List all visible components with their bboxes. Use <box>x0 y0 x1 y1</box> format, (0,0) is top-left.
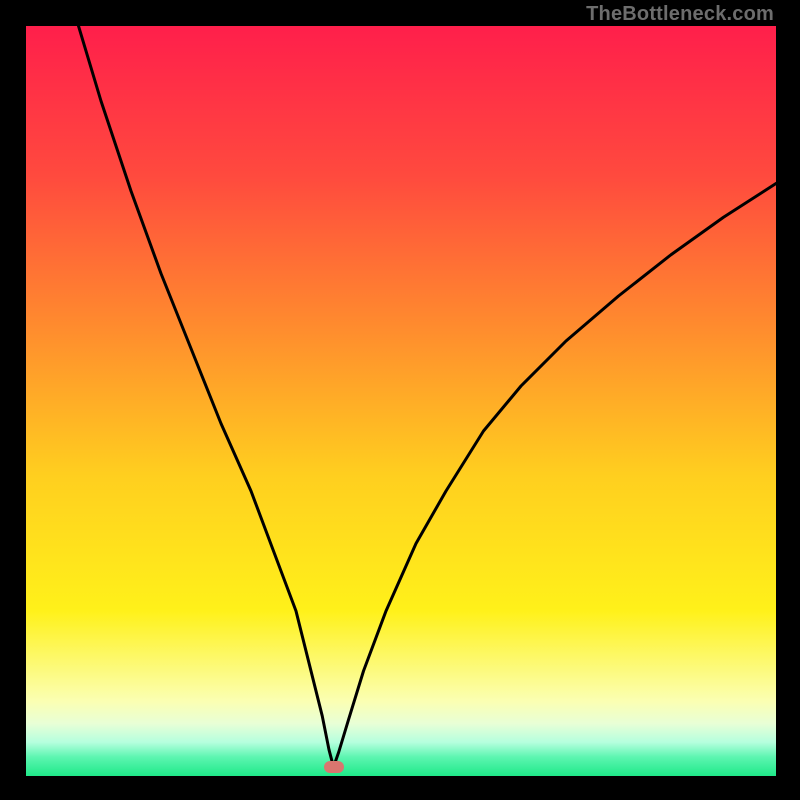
minimum-marker <box>324 761 344 773</box>
chart-frame: TheBottleneck.com <box>0 0 800 800</box>
watermark-text: TheBottleneck.com <box>586 3 774 26</box>
gradient-background <box>26 26 776 776</box>
plot-area <box>26 26 776 776</box>
